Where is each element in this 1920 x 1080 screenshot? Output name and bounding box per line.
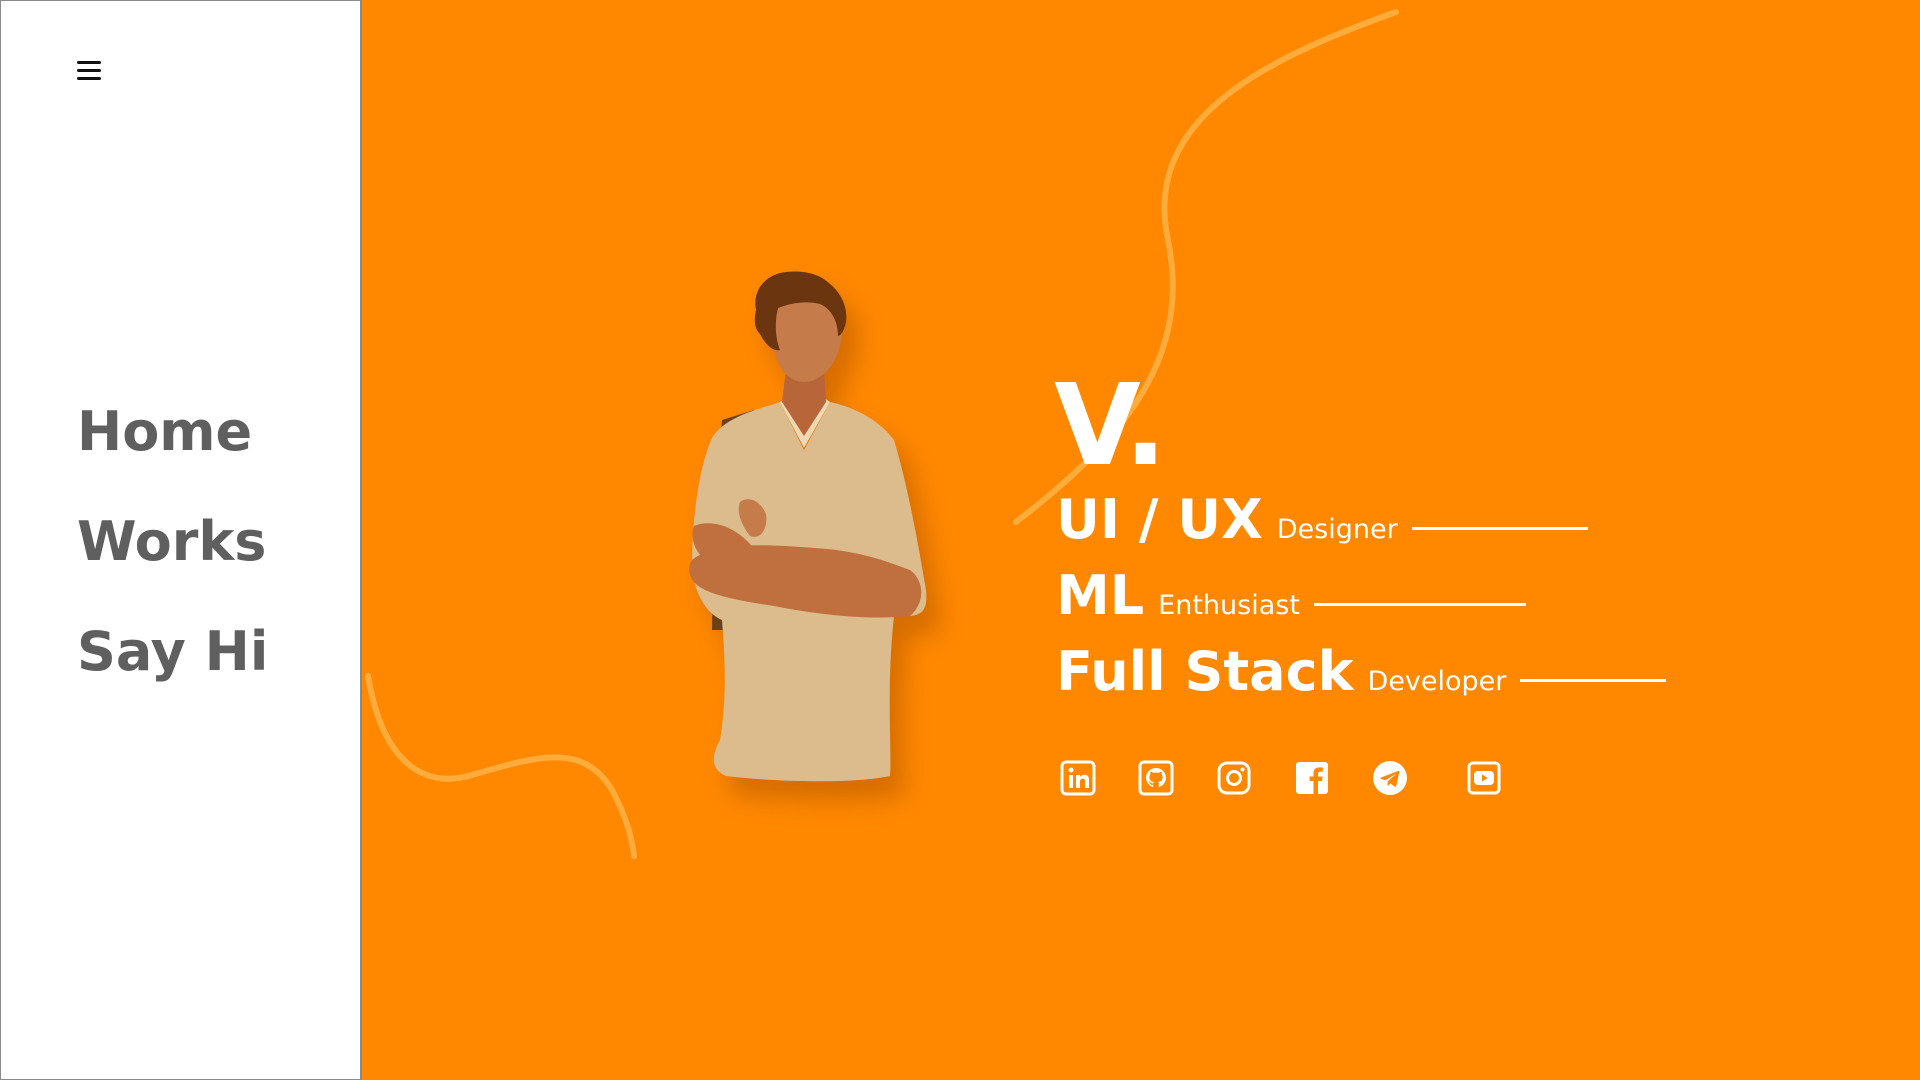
role-subtitle: Designer bbox=[1276, 514, 1398, 545]
role-underline bbox=[1313, 603, 1526, 606]
role-ui-ux: UI / UX Designer bbox=[1056, 482, 1666, 558]
role-subtitle: Enthusiast bbox=[1158, 590, 1300, 621]
hero-section: V. UI / UX Designer ML Enthusiast Full S… bbox=[362, 0, 1920, 1080]
nav-link-home[interactable]: Home bbox=[77, 396, 252, 468]
decorative-curve-bottom bbox=[365, 673, 637, 859]
linkedin-icon[interactable] bbox=[1060, 760, 1096, 796]
main-nav: Home Works Say Hi bbox=[77, 396, 268, 726]
youtube-icon[interactable] bbox=[1466, 760, 1502, 796]
nav-item-works: Works bbox=[77, 506, 268, 616]
logo: V. bbox=[1054, 361, 1167, 491]
nav-item-home: Home bbox=[77, 396, 268, 506]
role-subtitle: Developer bbox=[1367, 666, 1507, 697]
nav-link-say-hi[interactable]: Say Hi bbox=[77, 616, 268, 688]
instagram-icon[interactable] bbox=[1216, 760, 1252, 796]
menu-bar bbox=[77, 77, 101, 80]
facebook-icon[interactable] bbox=[1294, 760, 1330, 796]
menu-bar bbox=[77, 61, 101, 64]
github-icon[interactable] bbox=[1138, 760, 1174, 796]
role-underline bbox=[1411, 527, 1588, 530]
role-ml: ML Enthusiast bbox=[1056, 558, 1666, 634]
menu-bar bbox=[77, 69, 101, 72]
nav-item-say-hi: Say Hi bbox=[77, 616, 268, 726]
person-illustration bbox=[689, 271, 927, 782]
telegram-icon[interactable] bbox=[1372, 760, 1408, 796]
role-title: Full Stack bbox=[1056, 640, 1354, 703]
role-title: UI / UX bbox=[1056, 488, 1263, 551]
social-links bbox=[1060, 760, 1544, 796]
role-full-stack: Full Stack Developer bbox=[1056, 634, 1667, 710]
page: Home Works Say Hi V. UI / UX Designer ML… bbox=[0, 0, 1920, 1080]
nav-link-works[interactable]: Works bbox=[77, 506, 266, 578]
role-underline bbox=[1520, 679, 1667, 682]
intro-block: V. UI / UX Designer ML Enthusiast Full S… bbox=[1054, 361, 1667, 710]
sidebar: Home Works Say Hi bbox=[0, 0, 362, 1080]
role-title: ML bbox=[1056, 564, 1145, 627]
hamburger-menu-icon[interactable] bbox=[75, 58, 105, 82]
